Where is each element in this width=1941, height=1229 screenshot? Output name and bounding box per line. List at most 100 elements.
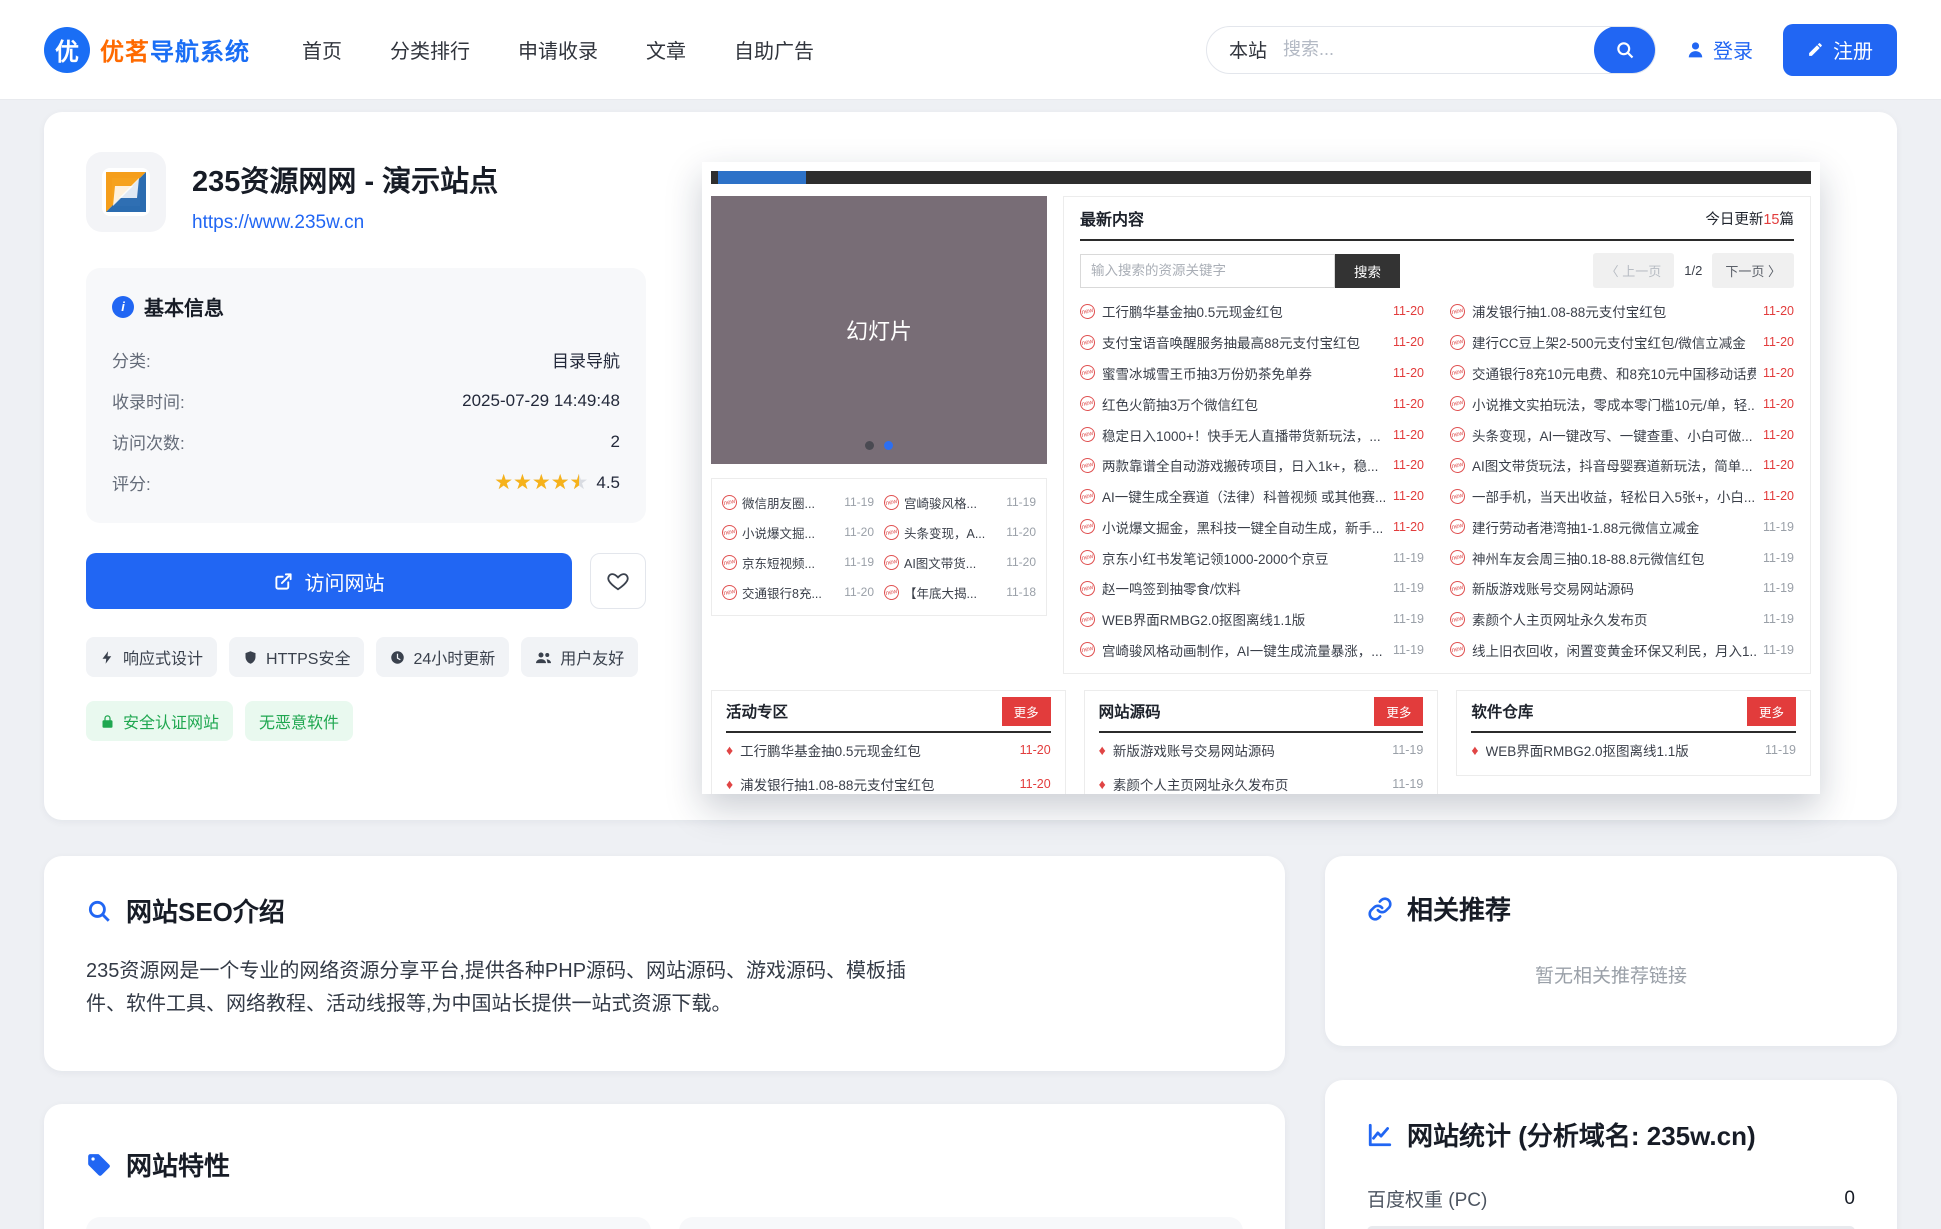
register-button[interactable]: 注册 (1783, 24, 1897, 76)
feature-card: ✓ 资源丰富 (679, 1217, 1244, 1229)
seo-title: 网站SEO介绍 (126, 892, 285, 929)
new-icon: new (1079, 580, 1097, 598)
prev-page-button[interactable]: 〈 上一页 (1593, 253, 1675, 288)
hot-icon: new (722, 553, 738, 571)
list-item[interactable]: ♦ 浦发银行抽1.08-88元支付宝红包 11-20 (726, 767, 1051, 794)
site-url-link[interactable]: https://www.235w.cn (192, 212, 364, 234)
stats-rows: 百度权重 (PC) 0 预计来路 0 ~ 0 (1367, 1185, 1855, 1229)
list-item[interactable]: ♦ WEB界面RMBG2.0抠图离线1.1版 11-19 (1471, 733, 1796, 767)
user-icon (1686, 40, 1705, 59)
list-item[interactable]: new 头条变现，AI一键改写、一键查重、小白可做... 11-20 (1450, 419, 1794, 450)
brand-logo[interactable]: 优 优茗导航系统 (44, 27, 250, 73)
safety-tag: 安全认证网站 (86, 701, 233, 741)
list-item[interactable]: new 红色火箭抽3万个微信红包 11-20 (1080, 388, 1424, 419)
site-search: 本站 (1206, 26, 1656, 74)
nav-menu-item[interactable]: 文章 (646, 35, 686, 64)
list-item[interactable]: new 一部手机，当天出收益，轻松日入5张+，小白... 11-20 (1450, 481, 1794, 512)
info-row-visits: 访问次数: 2 (112, 421, 620, 462)
latest-list-left: new 工行鹏华基金抽0.5元现金红包 11-20 new 支付宝语音唤醒服务抽… (1080, 296, 1424, 665)
list-item[interactable]: ♦ 工行鹏华基金抽0.5元现金红包 11-20 (726, 733, 1051, 767)
slideshow-dot (865, 441, 874, 450)
more-button[interactable]: 更多 (1374, 697, 1423, 726)
nav-menu-item[interactable]: 申请收录 (518, 35, 598, 64)
list-item[interactable]: new 稳定日入1000+！快手无人直播带货新玩法，... 11-20 (1080, 419, 1424, 450)
list-item[interactable]: new 小说爆文掘金，黑科技一键全自动生成，新手... 11-20 (1080, 511, 1424, 542)
info-row-rating: 评分: ★★★★★★★★★★ 4.5 (112, 462, 620, 503)
activity-panel: 活动专区 更多 ♦ 工行鹏华基金抽0.5元现金红包 11-20 (711, 690, 1066, 794)
new-icon: new (1449, 395, 1467, 413)
page-title: 235资源网网 - 演示站点 (192, 158, 498, 200)
list-item[interactable]: new 交通银行8充10元电费、和8充10元中国移动话费 11-20 (1450, 358, 1794, 389)
basic-info-panel: i 基本信息 分类: 目录导航 收录时间: 2025-07-29 14:49:4… (86, 268, 646, 523)
list-item[interactable]: new 素颜个人主页网址永久发布页 11-19 (1450, 604, 1794, 635)
software-panel-title: 软件仓库 (1471, 700, 1533, 722)
brand-name: 优茗导航系统 (100, 32, 250, 67)
new-icon: new (1449, 580, 1467, 598)
visit-site-button[interactable]: 访问网站 (86, 553, 572, 609)
tag-icon (100, 650, 115, 665)
hot-icon: new (884, 553, 900, 571)
list-item[interactable]: new WEB界面RMBG2.0抠图离线1.1版 11-19 (1080, 604, 1424, 635)
page-indicator: 1/2 (1684, 263, 1702, 278)
list-item[interactable]: new 赵一鸣签到抽零食/饮料 11-19 (1080, 573, 1424, 604)
tag-icon (243, 650, 258, 665)
activity-panel-title: 活动专区 (726, 700, 788, 722)
favorite-button[interactable] (590, 553, 646, 609)
stats-section: 网站统计 (分析域名: 235w.cn) 百度权重 (PC) 0 (1325, 1080, 1897, 1229)
mini-list-item: new 【年底大揭... 11-18 (884, 577, 1036, 607)
slideshow-dot-active (884, 441, 893, 450)
new-icon: new (1079, 487, 1097, 505)
seo-section: 网站SEO介绍 235资源网是一个专业的网络资源分享平台,提供各种PHP源码、网… (44, 856, 1285, 1071)
site-screenshot-preview[interactable]: 幻灯片 new 微信朋友圈... (702, 162, 1820, 794)
list-item[interactable]: new 线上旧衣回收，闲置变黄金环保又利民，月入1... 11-19 (1450, 635, 1794, 666)
login-link[interactable]: 登录 (1686, 35, 1753, 64)
new-icon: new (1449, 364, 1467, 382)
feature-card: ✓ 界面简洁 (86, 1217, 651, 1229)
source-panel-title: 网站源码 (1099, 700, 1161, 722)
related-empty-text: 暂无相关推荐链接 (1367, 961, 1855, 988)
list-item[interactable]: new 新版游戏账号交易网站源码 11-19 (1450, 573, 1794, 604)
list-item[interactable]: new 建行劳动者港湾抽1-1.88元微信立减金 11-19 (1450, 511, 1794, 542)
rating-stars: ★★★★★★★★★★ (494, 472, 588, 494)
list-item[interactable]: new 京东小红书发笔记领1000-2000个京豆 11-19 (1080, 542, 1424, 573)
list-item[interactable]: new 工行鹏华基金抽0.5元现金红包 11-20 (1080, 296, 1424, 327)
list-item[interactable]: ♦ 新版游戏账号交易网站源码 11-19 (1099, 733, 1424, 767)
nav-menu-item[interactable]: 首页 (302, 35, 342, 64)
new-icon: new (1449, 610, 1467, 628)
list-item[interactable]: new 神州车友会周三抽0.18-88.8元微信红包 11-19 (1450, 542, 1794, 573)
gem-icon: ♦ (726, 743, 733, 757)
tag-icon (86, 1152, 112, 1178)
list-item[interactable]: new 支付宝语音唤醒服务抽最高88元支付宝红包 11-20 (1080, 327, 1424, 358)
new-icon: new (1449, 456, 1467, 474)
category-value: 目录导航 (552, 347, 620, 372)
latest-list-right: new 浦发银行抽1.08-88元支付宝红包 11-20 new 建行CC豆上架… (1450, 296, 1794, 665)
preview-search-button[interactable]: 搜索 (1335, 254, 1400, 288)
new-icon: new (1449, 333, 1467, 351)
list-item[interactable]: ♦ 素颜个人主页网址永久发布页 11-19 (1099, 767, 1424, 794)
list-item[interactable]: new 浦发银行抽1.08-88元支付宝红包 11-20 (1450, 296, 1794, 327)
list-item[interactable]: new AI图文带货玩法，抖音母婴赛道新玩法，简单... 11-20 (1450, 450, 1794, 481)
link-icon (1367, 896, 1393, 922)
more-button[interactable]: 更多 (1002, 697, 1051, 726)
nav-menu-item[interactable]: 自助广告 (734, 35, 814, 64)
new-icon: new (1079, 302, 1097, 320)
more-button[interactable]: 更多 (1747, 697, 1796, 726)
list-item[interactable]: new 小说推文实拍玩法，零成本零门槛10元/单，轻... 11-20 (1450, 388, 1794, 419)
next-page-button[interactable]: 下一页 〉 (1712, 253, 1794, 288)
hot-icon: new (884, 583, 900, 601)
list-item[interactable]: new AI一键生成全赛道（法律）科普视频 或其他赛... 11-20 (1080, 481, 1424, 512)
source-panel: 网站源码 更多 ♦ 新版游戏账号交易网站源码 11-19 (1084, 690, 1439, 794)
search-input[interactable] (1283, 39, 1594, 60)
search-scope-select[interactable]: 本站 (1207, 36, 1283, 63)
preview-search-input[interactable] (1080, 254, 1335, 288)
list-item[interactable]: new 两款靠谱全自动游戏搬砖项目，日入1k+，稳... 11-20 (1080, 450, 1424, 481)
chart-icon (1367, 1122, 1393, 1148)
list-item[interactable]: new 宫崎骏风格动画制作，AI一键生成流量暴涨，... 11-19 (1080, 635, 1424, 666)
list-item[interactable]: new 蜜雪冰城雪王币抽3万份奶茶免单券 11-20 (1080, 358, 1424, 389)
tag-icon (535, 650, 552, 665)
new-icon: new (1079, 426, 1097, 444)
external-link-icon (274, 572, 293, 591)
list-item[interactable]: new 建行CC豆上架2-500元支付宝红包/微信立减金 11-20 (1450, 327, 1794, 358)
nav-menu-item[interactable]: 分类排行 (390, 35, 470, 64)
search-button[interactable] (1594, 26, 1656, 74)
